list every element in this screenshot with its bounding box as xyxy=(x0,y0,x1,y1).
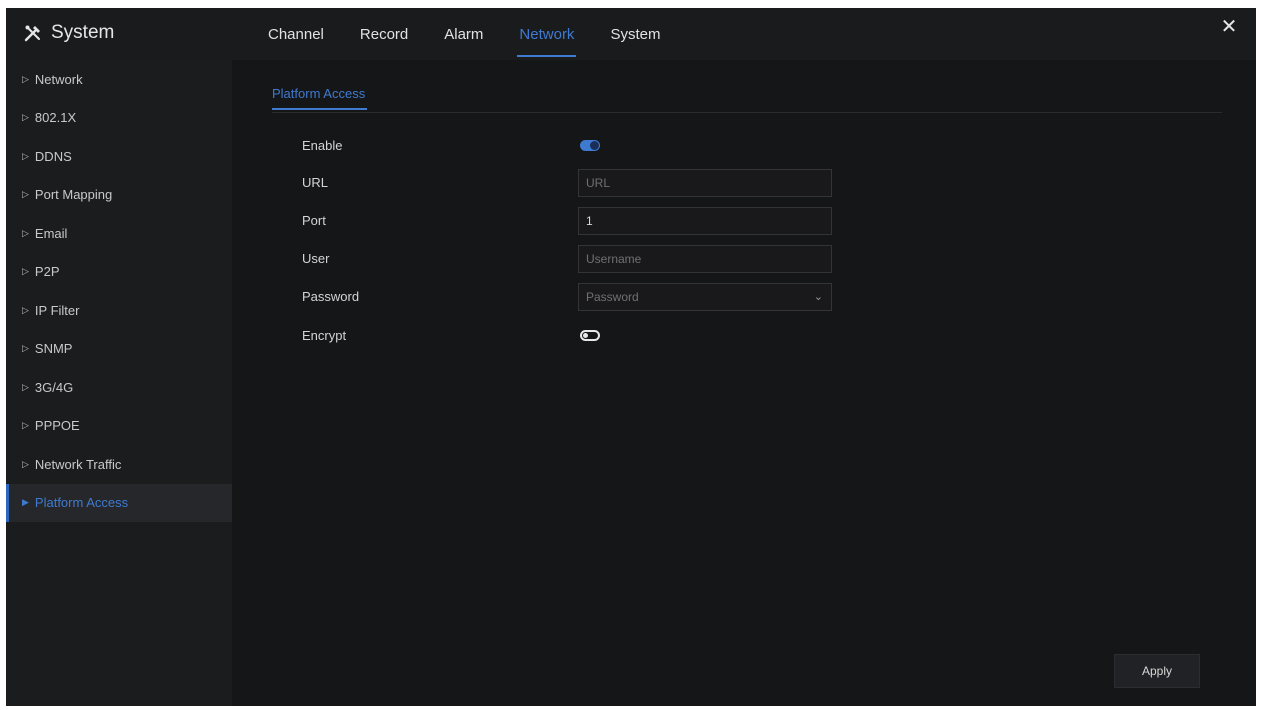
encrypt-row: Encrypt xyxy=(302,322,862,350)
chevron-down-icon[interactable]: ⌄ xyxy=(814,290,823,303)
settings-window: System Channel Record Alarm Network Syst… xyxy=(6,8,1256,706)
triangle-right-icon: ▷ xyxy=(22,73,29,84)
sidebar-item-label: Email xyxy=(34,225,68,241)
sidebar-item-label: DDNS xyxy=(34,148,72,164)
sidebar-item-label: Network xyxy=(34,71,83,87)
sidebar-item-3g-4g[interactable]: ▷ 3G/4G xyxy=(6,368,232,407)
triangle-right-icon: ▷ xyxy=(22,266,29,277)
enable-label: Enable xyxy=(302,138,343,153)
triangle-right-icon: ▷ xyxy=(22,227,29,238)
enable-toggle[interactable] xyxy=(580,140,600,151)
password-row: Password Password ⌄ xyxy=(302,283,862,311)
sub-tabs: Platform Access xyxy=(272,82,1222,113)
user-label: User xyxy=(302,251,330,266)
port-row: Port 1 xyxy=(302,207,862,235)
top-bar: System Channel Record Alarm Network Syst… xyxy=(6,8,1256,60)
triangle-right-filled-icon: ▶ xyxy=(22,497,29,508)
url-row: URL URL xyxy=(302,169,862,197)
port-label: Port xyxy=(302,213,326,228)
app-title: System xyxy=(24,20,114,46)
sidebar-item-pppoe[interactable]: ▷ PPPOE xyxy=(6,407,232,446)
url-label: URL xyxy=(302,175,329,190)
sidebar-item-8021x[interactable]: ▷ 802.1X xyxy=(6,99,232,138)
sidebar-item-label: SNMP xyxy=(34,341,73,357)
encrypt-toggle[interactable] xyxy=(580,330,600,341)
user-row: User Username xyxy=(302,245,862,273)
sidebar-item-label: 3G/4G xyxy=(34,379,74,395)
tab-network[interactable]: Network xyxy=(517,20,577,57)
sidebar-item-label: Platform Access xyxy=(34,495,129,511)
sidebar-item-network[interactable]: ▷ Network xyxy=(6,60,232,99)
triangle-right-icon: ▷ xyxy=(22,112,29,123)
triangle-right-icon: ▷ xyxy=(22,150,29,161)
enable-row: Enable xyxy=(302,132,862,160)
app-title-label: System xyxy=(51,22,115,43)
tab-channel[interactable]: Channel xyxy=(268,20,324,49)
sidebar-item-label: P2P xyxy=(34,264,60,280)
url-input[interactable]: URL xyxy=(578,169,832,197)
triangle-right-icon: ▷ xyxy=(22,381,29,392)
toggle-knob xyxy=(583,333,588,338)
sidebar-item-label: Port Mapping xyxy=(34,187,113,203)
sidebar-item-ddns[interactable]: ▷ DDNS xyxy=(6,137,232,176)
sidebar-item-label: IP Filter xyxy=(34,302,80,318)
apply-button[interactable]: Apply xyxy=(1114,654,1200,688)
sidebar-item-label: Network Traffic xyxy=(34,456,122,472)
sidebar-item-label: PPPOE xyxy=(34,418,80,434)
main-content: Platform Access Enable URL URL Port 1 Us… xyxy=(232,60,1256,706)
main-tabs: Channel Record Alarm Network System xyxy=(268,8,696,60)
sidebar-item-label: 802.1X xyxy=(34,110,77,126)
close-icon[interactable]: ✕ xyxy=(1218,16,1240,38)
triangle-right-icon: ▷ xyxy=(22,343,29,354)
tab-platform-access[interactable]: Platform Access xyxy=(272,86,368,110)
sidebar-item-platform-access[interactable]: ▶ Platform Access xyxy=(6,483,232,522)
tab-record[interactable]: Record xyxy=(360,20,408,49)
triangle-right-icon: ▷ xyxy=(22,420,29,431)
sidebar-item-snmp[interactable]: ▷ SNMP xyxy=(6,330,232,369)
tools-icon xyxy=(24,24,42,42)
password-placeholder: Password xyxy=(586,290,639,304)
sidebar-item-network-traffic[interactable]: ▷ Network Traffic xyxy=(6,445,232,484)
sidebar-item-ip-filter[interactable]: ▷ IP Filter xyxy=(6,291,232,330)
sidebar: ▷ Network ▷ 802.1X ▷ DDNS ▷ Port Mapping ▷ Em… xyxy=(6,60,232,706)
username-input[interactable]: Username xyxy=(578,245,832,273)
port-input[interactable]: 1 xyxy=(578,207,832,235)
sidebar-item-port-mapping[interactable]: ▷ Port Mapping xyxy=(6,176,232,215)
sidebar-item-p2p[interactable]: ▷ P2P xyxy=(6,253,232,292)
password-input[interactable]: Password ⌄ xyxy=(578,283,832,311)
triangle-right-icon: ▷ xyxy=(22,189,29,200)
tab-alarm[interactable]: Alarm xyxy=(444,20,483,49)
toggle-knob xyxy=(590,141,599,150)
sidebar-item-email[interactable]: ▷ Email xyxy=(6,214,232,253)
password-label: Password xyxy=(302,289,360,304)
tab-system[interactable]: System xyxy=(610,20,660,49)
triangle-right-icon: ▷ xyxy=(22,304,29,315)
encrypt-label: Encrypt xyxy=(302,328,347,343)
triangle-right-icon: ▷ xyxy=(22,458,29,469)
